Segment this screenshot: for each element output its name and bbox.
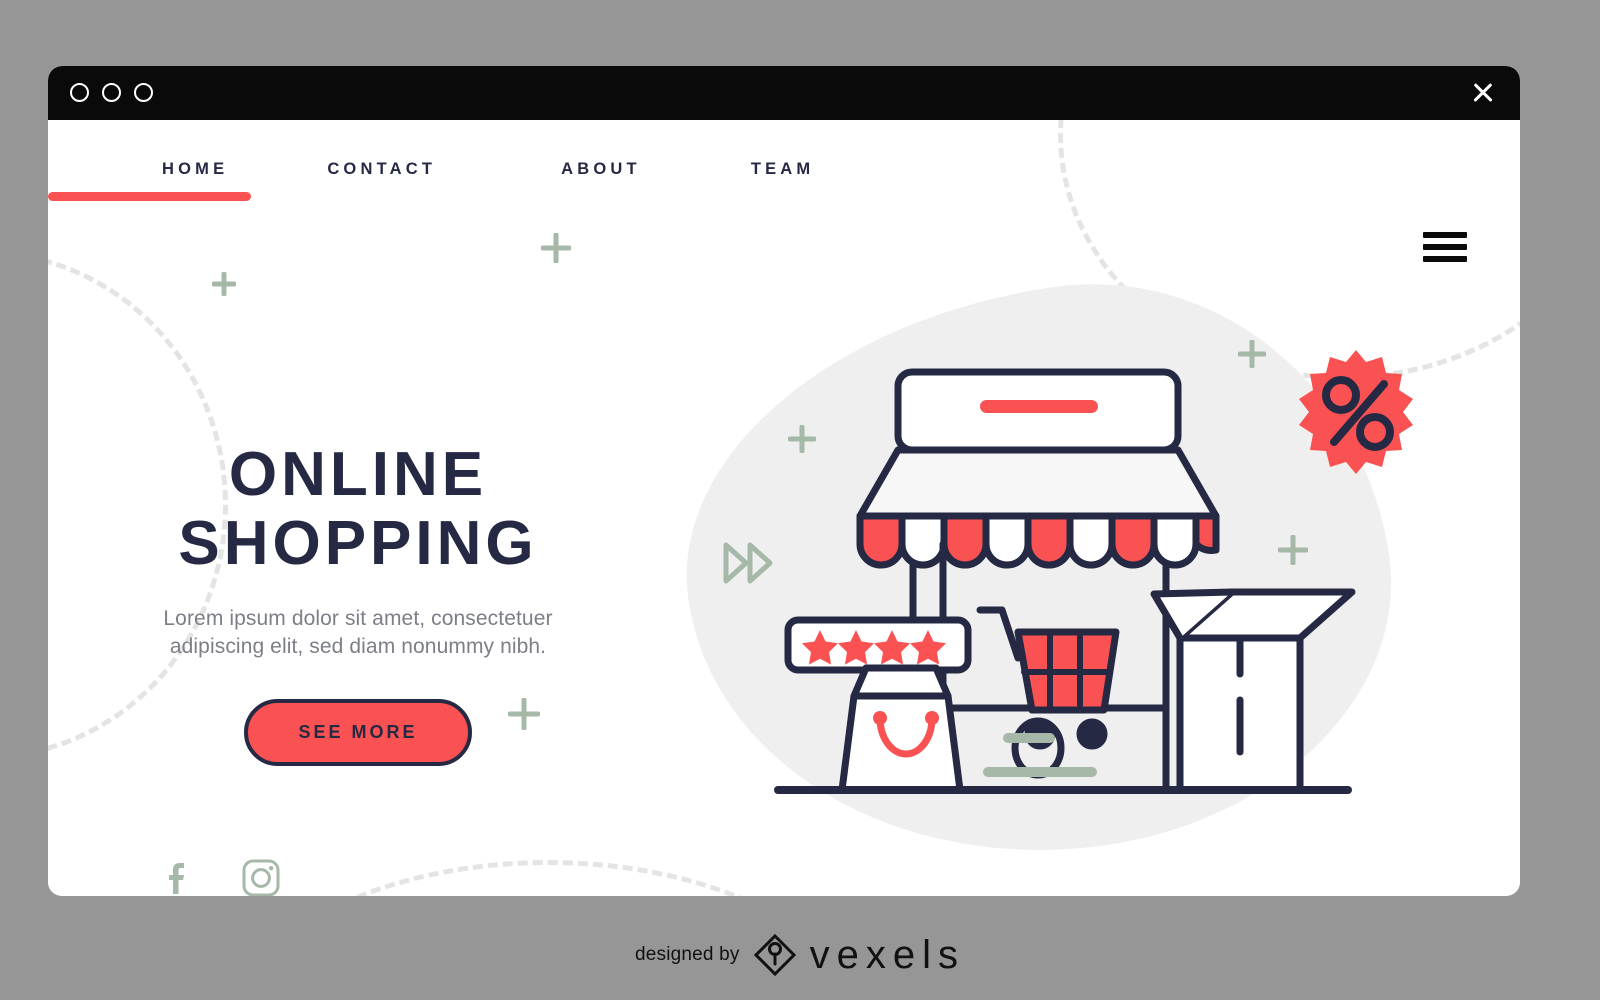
bag-handle-dot-left <box>873 711 887 725</box>
cart-wheel-right <box>1076 718 1108 750</box>
page-title: ONLINE SHOPPING <box>48 440 668 579</box>
nav-item-contact[interactable]: CONTACT <box>327 160 436 179</box>
window-control-dots <box>70 83 153 102</box>
watermark-brand: vexels <box>809 932 966 977</box>
window-titlebar <box>48 66 1520 120</box>
awning-scallop-8 <box>1150 512 1200 569</box>
bag-body <box>838 692 964 794</box>
hamburger-bar-1 <box>1423 232 1467 238</box>
main-navigation: HOME CONTACT ABOUT TEAM <box>48 160 1520 262</box>
hero-subtitle: Lorem ipsum dolor sit amet, consectetuer… <box>163 606 553 658</box>
plus-mark-1 <box>212 272 236 296</box>
online-shopping-illustration <box>774 350 1413 794</box>
hero-section: ONLINE SHOPPING Lorem ipsum dolor sit am… <box>48 440 668 766</box>
awning-scallop-2 <box>898 512 948 569</box>
nav-label-home: HOME <box>162 160 229 178</box>
awning-scallop-9 <box>1192 512 1220 555</box>
nav-item-about[interactable]: ABOUT <box>561 160 641 179</box>
plus-mark-2 <box>541 233 571 263</box>
hamburger-bar-2 <box>1423 244 1467 250</box>
social-links <box>158 857 282 896</box>
awning-scallop-5 <box>1024 512 1074 569</box>
vexels-watermark: designed by vexels <box>0 932 1600 978</box>
awning-top <box>856 446 1220 520</box>
awning-scallop-7 <box>1108 512 1158 569</box>
see-more-button[interactable]: SEE MORE <box>244 698 472 766</box>
store-sign-bar <box>980 400 1098 413</box>
hamburger-bar-3 <box>1423 256 1467 262</box>
hamburger-icon[interactable] <box>1423 232 1467 262</box>
awning-scallop-4 <box>982 512 1032 569</box>
landing-page: HOME CONTACT ABOUT TEAM ONLINE SHOPPING <box>48 120 1520 896</box>
instagram-icon[interactable] <box>240 857 282 896</box>
nav-item-home[interactable]: HOME <box>48 160 251 201</box>
window-dot-2[interactable] <box>102 83 121 102</box>
nav-list: HOME CONTACT ABOUT TEAM <box>48 160 1520 201</box>
hero-title-line1: ONLINE <box>228 440 488 509</box>
watermark-prefix: designed by <box>634 944 740 965</box>
hero-title-line2: SHOPPING <box>178 509 538 579</box>
nav-item-team[interactable]: TEAM <box>751 160 815 179</box>
bag-top <box>850 664 952 700</box>
awning-scallop-1 <box>856 512 906 569</box>
browser-window: HOME CONTACT ABOUT TEAM ONLINE SHOPPING <box>48 66 1520 896</box>
window-dot-3[interactable] <box>134 83 153 102</box>
decorative-arc-bottom <box>233 860 863 896</box>
awning-scallop-3 <box>940 512 990 569</box>
bag-handle-dot-right <box>925 711 939 725</box>
discount-badge <box>1299 350 1413 474</box>
close-icon[interactable] <box>1468 78 1498 108</box>
vexels-logo-icon <box>753 933 796 977</box>
window-dot-1[interactable] <box>70 83 89 102</box>
facebook-icon[interactable] <box>158 857 200 896</box>
awning-scallop-6 <box>1066 512 1116 569</box>
nav-active-underline <box>48 192 251 201</box>
